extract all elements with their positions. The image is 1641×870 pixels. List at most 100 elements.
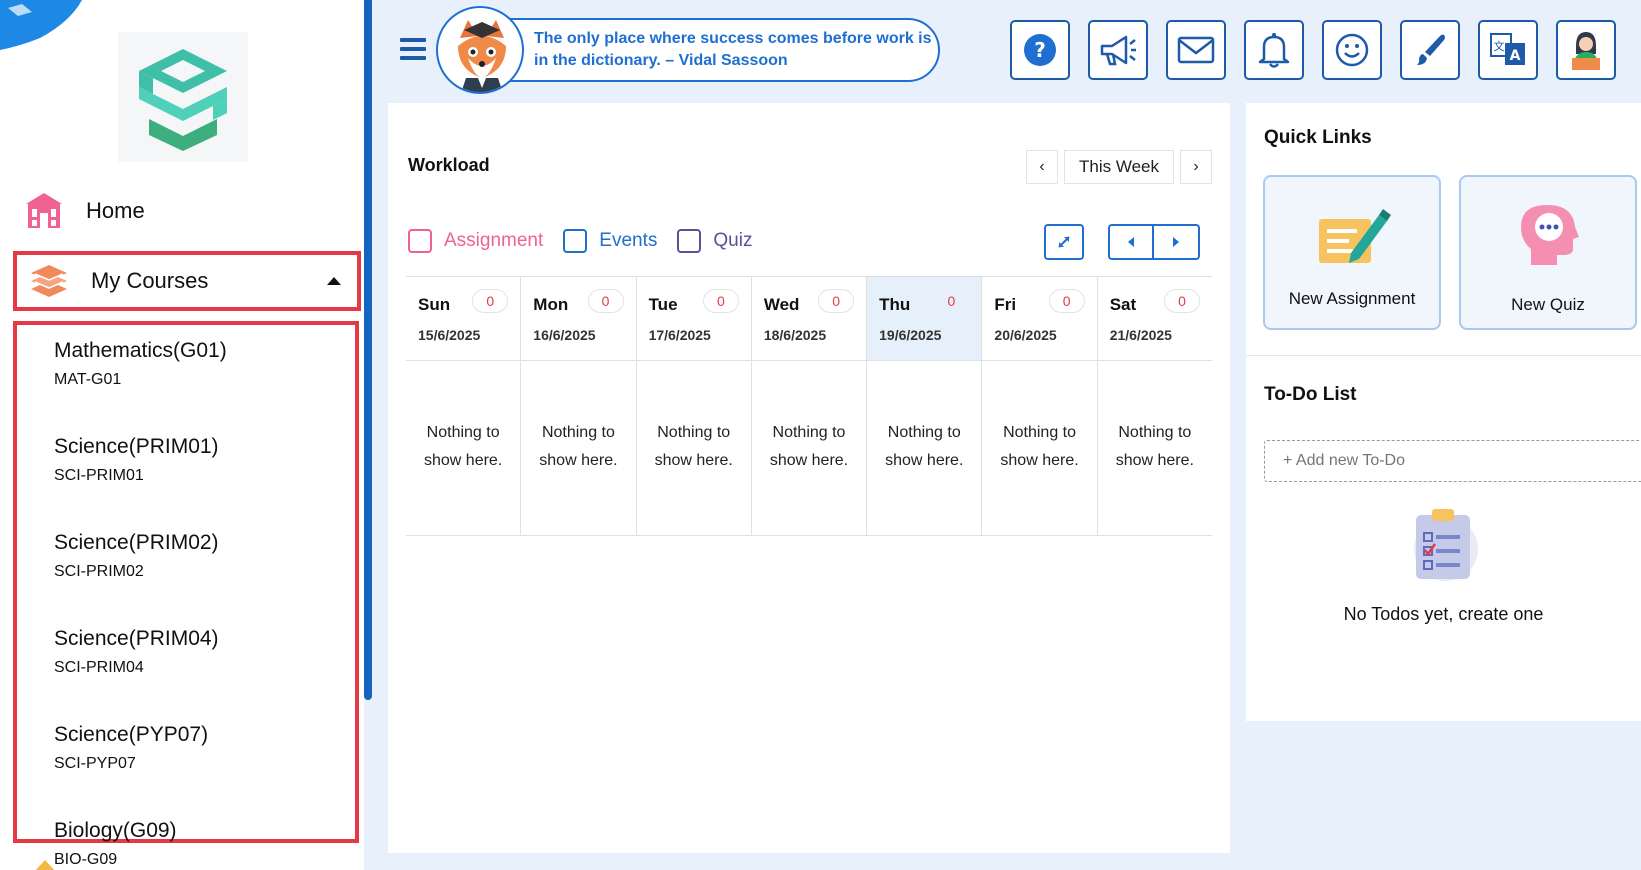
sidebar-item-label: Home xyxy=(86,198,145,223)
filter-assignment[interactable]: Assignment xyxy=(408,229,543,253)
sidebar-item-home[interactable]: Home xyxy=(24,188,354,234)
messages-button[interactable] xyxy=(1166,20,1226,80)
day-date: 17/6/2025 xyxy=(648,327,711,343)
course-item[interactable]: Biology(G09) BIO-G09 xyxy=(54,819,355,870)
chevron-left-icon[interactable]: ‹ xyxy=(1026,150,1058,184)
day-name: Tue xyxy=(648,295,678,314)
day-count-badge: 0 xyxy=(702,289,739,313)
day-count-badge: 0 xyxy=(472,289,509,313)
smiley-icon xyxy=(1335,33,1369,67)
day-count-badge: 0 xyxy=(587,289,624,313)
help-icon: ? xyxy=(1024,34,1056,66)
caret-right-icon[interactable] xyxy=(1154,226,1198,258)
course-name: Science(PRIM01) xyxy=(54,435,219,458)
day-date: 19/6/2025 xyxy=(879,327,942,343)
workload-title: Workload xyxy=(408,155,490,175)
filter-quiz[interactable]: Quiz xyxy=(677,229,752,253)
add-todo-input[interactable] xyxy=(1264,440,1641,482)
sidebar-scrollbar[interactable] xyxy=(364,0,372,700)
day-column: Sat 0 21/6/2025 Nothing to show here. xyxy=(1097,277,1212,535)
day-column: Wed 0 18/6/2025 Nothing to show here. xyxy=(751,277,868,535)
day-name: Thu xyxy=(879,295,911,314)
chevron-right-icon[interactable]: › xyxy=(1180,150,1212,184)
course-name: Science(PRIM02) xyxy=(54,531,219,554)
feedback-button[interactable] xyxy=(1322,20,1382,80)
checkbox[interactable] xyxy=(677,229,702,253)
sidebar-item-my-courses[interactable]: My Courses xyxy=(13,251,361,311)
help-button[interactable]: ? xyxy=(1010,20,1070,80)
new-quiz-button[interactable]: New Quiz xyxy=(1459,175,1637,330)
quote-text: The only place where success comes befor… xyxy=(534,30,932,69)
assignment-pen-icon xyxy=(1319,209,1391,263)
day-count-badge: 0 xyxy=(1163,289,1200,313)
day-empty-text: Nothing to show here. xyxy=(885,424,964,469)
day-header: Thu 0 19/6/2025 xyxy=(867,277,982,361)
course-item[interactable]: Science(PRIM01) SCI-PRIM01 xyxy=(54,435,355,525)
course-item[interactable]: Mathematics(G01) MAT-G01 xyxy=(54,339,355,429)
day-count-badge: 0 xyxy=(947,293,956,309)
caret-left-icon[interactable] xyxy=(1110,226,1154,258)
course-item[interactable]: Science(PYP07) SCI-PYP07 xyxy=(54,723,355,813)
day-header: Sat 0 21/6/2025 xyxy=(1097,277,1212,361)
theme-button[interactable] xyxy=(1400,20,1460,80)
course-name: Science(PRIM04) xyxy=(54,627,219,650)
course-code: SCI-PRIM01 xyxy=(54,467,144,484)
filter-label: Assignment xyxy=(444,230,544,251)
day-header: Tue 0 17/6/2025 xyxy=(636,277,751,361)
expand-icon xyxy=(1058,236,1070,248)
course-list: Mathematics(G01) MAT-G01 Science(PRIM01)… xyxy=(13,321,359,868)
new-assignment-label: New Assignment xyxy=(1288,289,1416,308)
sidebar: Home My Courses Mathematics(G01) MAT-G01… xyxy=(0,0,364,870)
fox-mascot-icon xyxy=(436,6,524,94)
course-name: Mathematics(G01) xyxy=(54,339,227,362)
svg-text:文: 文 xyxy=(1494,39,1505,53)
todo-empty-text: No Todos yet, create one xyxy=(1343,604,1544,624)
day-date: 20/6/2025 xyxy=(994,327,1057,343)
todo-title: To-Do List xyxy=(1264,384,1357,405)
checkbox[interactable] xyxy=(563,229,588,253)
corner-brand-icon xyxy=(0,0,82,50)
course-code: SCI-PYP07 xyxy=(54,755,136,772)
day-date: 18/6/2025 xyxy=(763,327,827,343)
quick-links-title: Quick Links xyxy=(1264,127,1372,148)
day-count-badge: 0 xyxy=(818,289,855,313)
books-icon xyxy=(31,265,67,297)
caret-up-icon[interactable] xyxy=(327,277,341,285)
language-button[interactable]: 文 A xyxy=(1478,20,1538,80)
course-code: BIO-G09 xyxy=(54,851,118,868)
day-name: Sun xyxy=(418,295,451,314)
notifications-button[interactable] xyxy=(1244,20,1304,80)
week-selector[interactable]: This Week xyxy=(1064,150,1174,184)
school-icon xyxy=(26,193,62,228)
day-date: 21/6/2025 xyxy=(1109,327,1172,343)
sidebar-item-label: My Courses xyxy=(91,268,209,293)
week-navigator: ‹ This Week › xyxy=(1026,150,1212,184)
bell-icon xyxy=(1258,33,1290,68)
workload-filters: Assignment Events Quiz xyxy=(408,229,752,253)
paintbrush-icon xyxy=(1417,34,1445,65)
day-empty-text: Nothing to show here. xyxy=(769,424,849,469)
day-empty-text: Nothing to show here. xyxy=(1115,424,1194,469)
new-quiz-label: New Quiz xyxy=(1511,295,1585,314)
day-empty-text: Nothing to show here. xyxy=(539,424,618,469)
expand-button[interactable] xyxy=(1044,224,1084,260)
filter-events[interactable]: Events xyxy=(563,229,657,253)
course-item[interactable]: Science(PRIM02) SCI-PRIM02 xyxy=(54,531,355,621)
svg-text:?: ? xyxy=(1034,38,1046,62)
new-assignment-button[interactable]: New Assignment xyxy=(1263,175,1441,330)
day-name: Mon xyxy=(533,295,569,314)
workload-panel: Workload ‹ This Week › Assignment Events… xyxy=(388,103,1230,853)
day-empty-text: Nothing to show here. xyxy=(654,424,733,469)
hamburger-menu-icon[interactable] xyxy=(400,38,426,60)
course-code: SCI-PRIM04 xyxy=(54,659,144,676)
profile-button[interactable] xyxy=(1556,20,1616,80)
checkbox[interactable] xyxy=(408,229,432,253)
quiz-head-icon xyxy=(1521,205,1579,265)
megaphone-icon xyxy=(1100,35,1136,66)
clipboard-checklist-icon xyxy=(1414,509,1478,581)
course-item[interactable]: Science(PRIM04) SCI-PRIM04 xyxy=(54,627,355,717)
day-column: Tue 0 17/6/2025 Nothing to show here. xyxy=(636,277,752,535)
announcements-button[interactable] xyxy=(1088,20,1148,80)
day-header: Sun 0 15/6/2025 xyxy=(406,277,521,361)
day-column: Fri 0 20/6/2025 Nothing to show here. xyxy=(982,277,1098,535)
